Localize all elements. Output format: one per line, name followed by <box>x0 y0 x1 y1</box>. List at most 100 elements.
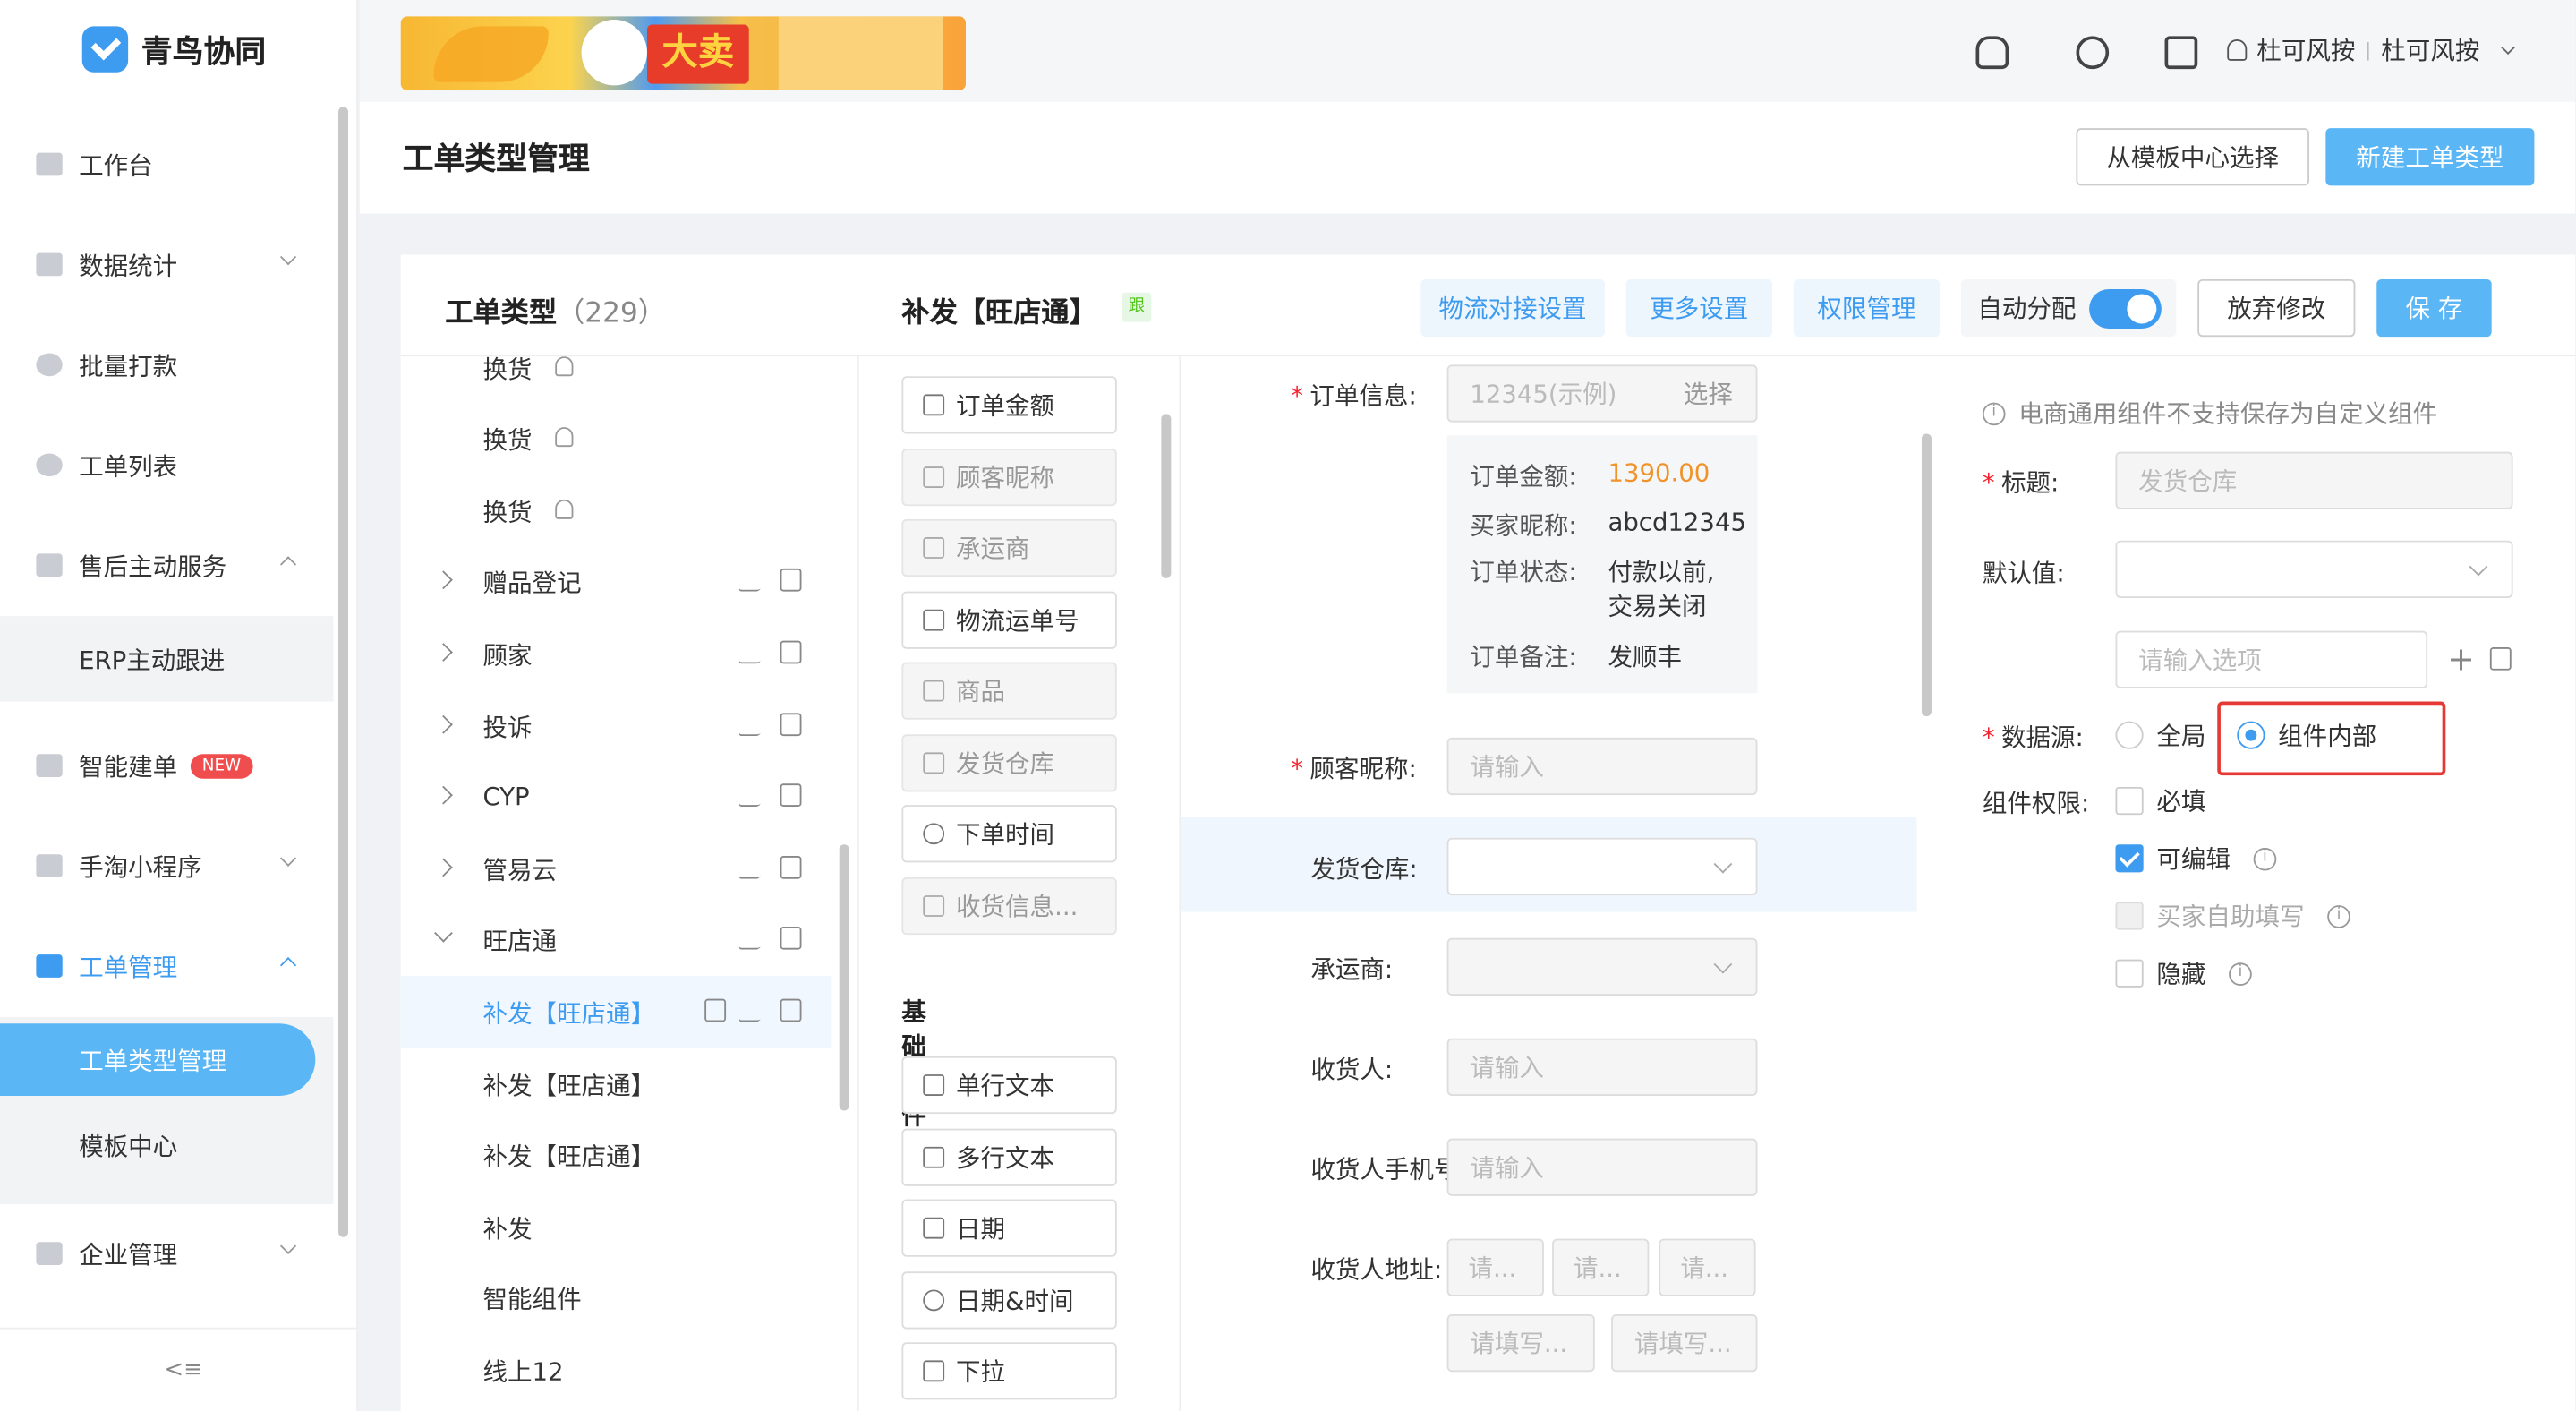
option-input[interactable]: 请输入选项 <box>2115 630 2428 688</box>
tree-item[interactable]: CYP <box>401 761 832 834</box>
delete-icon[interactable] <box>780 926 802 950</box>
tree-item[interactable]: 管易云 <box>401 833 832 905</box>
permission-button[interactable]: 权限管理 <box>1793 278 1941 338</box>
chevron-right-icon[interactable] <box>434 643 453 662</box>
tree-item[interactable]: 换货 <box>401 403 832 475</box>
info-icon[interactable]: i <box>2327 904 2350 928</box>
delete-icon[interactable] <box>780 783 802 807</box>
info-icon[interactable]: i <box>2253 846 2277 870</box>
datasource-global[interactable]: 全局 <box>2115 718 2205 753</box>
tree-scrollbar[interactable] <box>839 844 849 1111</box>
menu-smart-create[interactable]: 智能建单 NEW <box>0 716 334 815</box>
delete-icon[interactable] <box>780 713 802 737</box>
menu-workbench[interactable]: 工作台 <box>0 115 334 213</box>
edit-icon[interactable] <box>738 640 768 664</box>
menu-batch-pay[interactable]: 批量打款 <box>0 315 334 414</box>
tree-item[interactable]: 补发【旺店通】 <box>401 1048 832 1121</box>
delete-icon[interactable] <box>780 998 802 1022</box>
component-package[interactable]: 物流运单号 <box>901 591 1117 649</box>
menu-enterprise[interactable]: 企业管理 <box>0 1204 334 1303</box>
copy-icon[interactable] <box>704 998 727 1022</box>
component-text-line[interactable]: 单行文本 <box>901 1056 1117 1115</box>
component-clock[interactable]: 日期&时间 <box>901 1271 1117 1330</box>
carrier-select[interactable] <box>1446 937 1758 996</box>
submenu-erp-followup[interactable]: ERP主动跟进 <box>0 616 334 701</box>
discard-button[interactable]: 放弃修改 <box>2197 278 2356 338</box>
logistics-settings-button[interactable]: 物流对接设置 <box>1420 278 1605 338</box>
checkbox-required[interactable] <box>2115 786 2144 816</box>
title-input[interactable]: 发货仓库 <box>2115 451 2513 509</box>
tree-item[interactable]: 投诉 <box>401 690 832 763</box>
more-settings-button[interactable]: 更多设置 <box>1625 278 1772 338</box>
edit-icon[interactable] <box>738 926 768 950</box>
delete-icon[interactable] <box>780 856 802 879</box>
menu-statistics[interactable]: 数据统计 <box>0 215 334 313</box>
chevron-down-icon[interactable] <box>434 923 453 943</box>
component-dropdown[interactable]: 下拉 <box>901 1342 1117 1400</box>
tree-item[interactable]: 智能组件 <box>401 1261 832 1334</box>
app-logo[interactable]: 青鸟协同 <box>81 26 266 73</box>
delete-icon[interactable] <box>780 640 802 664</box>
chevron-right-icon[interactable] <box>434 714 453 734</box>
receiver-input[interactable]: 请输入 <box>1446 1038 1758 1096</box>
district-select[interactable]: 请... <box>1659 1238 1756 1296</box>
tree-item[interactable]: 补发【旺店通】 <box>401 1119 832 1192</box>
menu-ticket-list[interactable]: 工单列表 <box>0 415 334 514</box>
promo-banner[interactable]: 大卖 <box>400 16 966 90</box>
new-ticket-type-button[interactable]: 新建工单类型 <box>2325 128 2535 186</box>
radio-global[interactable] <box>2115 721 2144 749</box>
checkbox-editable[interactable] <box>2115 844 2144 873</box>
edit-icon[interactable] <box>738 783 768 807</box>
perm-hidden[interactable]: 隐藏 i <box>2115 956 2252 991</box>
save-button[interactable]: 保 存 <box>2376 278 2492 338</box>
chevron-right-icon[interactable] <box>434 785 453 805</box>
choose-template-button[interactable]: 从模板中心选择 <box>2076 128 2310 186</box>
customer-input[interactable]: 请输入 <box>1446 737 1758 796</box>
phone-input[interactable]: 请输入 <box>1446 1138 1758 1196</box>
edit-icon[interactable] <box>738 568 768 592</box>
component-text-multiline[interactable]: 多行文本 <box>901 1128 1117 1186</box>
component-calendar[interactable]: 日期 <box>901 1199 1117 1257</box>
submenu-template-center[interactable]: 模板中心 <box>0 1102 334 1187</box>
submenu-ticket-types[interactable]: 工单类型管理 <box>0 1023 316 1096</box>
tree-item[interactable]: 换货 <box>401 475 832 547</box>
perm-required[interactable]: 必填 <box>2115 783 2205 818</box>
order-number-input[interactable]: 12345(示例) 选择 <box>1446 364 1758 423</box>
province-select[interactable]: 请... <box>1446 1238 1544 1296</box>
tree-item[interactable]: 补发 <box>401 1191 832 1263</box>
task-list-icon[interactable] <box>2164 36 2198 70</box>
form-scrollbar[interactable] <box>1921 433 1932 717</box>
chevron-right-icon[interactable] <box>434 570 453 590</box>
menu-taobao-miniapp[interactable]: 手淘小程序 <box>0 817 334 915</box>
tree-item[interactable]: 赠品登记 <box>401 545 832 618</box>
sidebar-scrollbar[interactable] <box>338 107 349 1237</box>
add-option-icon[interactable]: + <box>2447 642 2475 675</box>
delete-icon[interactable] <box>780 568 802 592</box>
edit-icon[interactable] <box>738 998 768 1022</box>
collapse-sidebar-icon[interactable]: <≡ <box>165 1357 203 1383</box>
edit-icon[interactable] <box>738 856 768 879</box>
tree-item[interactable]: 补发【旺店通】 <box>400 975 832 1048</box>
tree-item[interactable]: 顾家 <box>401 618 832 690</box>
component-money[interactable]: 订单金额 <box>901 376 1117 434</box>
address-detail-input-2[interactable]: 请填写... <box>1611 1314 1758 1373</box>
warehouse-select[interactable] <box>1446 837 1758 896</box>
component-scrollbar[interactable] <box>1161 414 1172 578</box>
user-menu[interactable]: 杜可风按 | 杜可风按 <box>2227 33 2515 68</box>
perm-editable[interactable]: 可编辑 i <box>2115 842 2277 877</box>
headset-icon[interactable] <box>2076 36 2110 70</box>
bell-icon[interactable] <box>1975 36 2009 70</box>
address-detail-input[interactable]: 请填写... <box>1446 1314 1595 1373</box>
delete-option-icon[interactable] <box>2489 646 2512 671</box>
default-value-select[interactable] <box>2115 540 2513 598</box>
menu-aftersale[interactable]: 售后主动服务 <box>0 516 334 614</box>
tree-item[interactable]: 线上12 <box>401 1334 832 1407</box>
component-clock[interactable]: 下单时间 <box>901 805 1117 863</box>
city-select[interactable]: 请... <box>1552 1238 1650 1296</box>
auto-assign-toggle[interactable] <box>2089 288 2162 329</box>
menu-ticket-management[interactable]: 工单管理 <box>0 917 334 1015</box>
info-icon[interactable]: i <box>2229 962 2252 986</box>
tree-item[interactable]: 换货 <box>401 356 832 404</box>
chevron-right-icon[interactable] <box>434 858 453 877</box>
tree-item[interactable]: 旺店通 <box>401 903 832 976</box>
